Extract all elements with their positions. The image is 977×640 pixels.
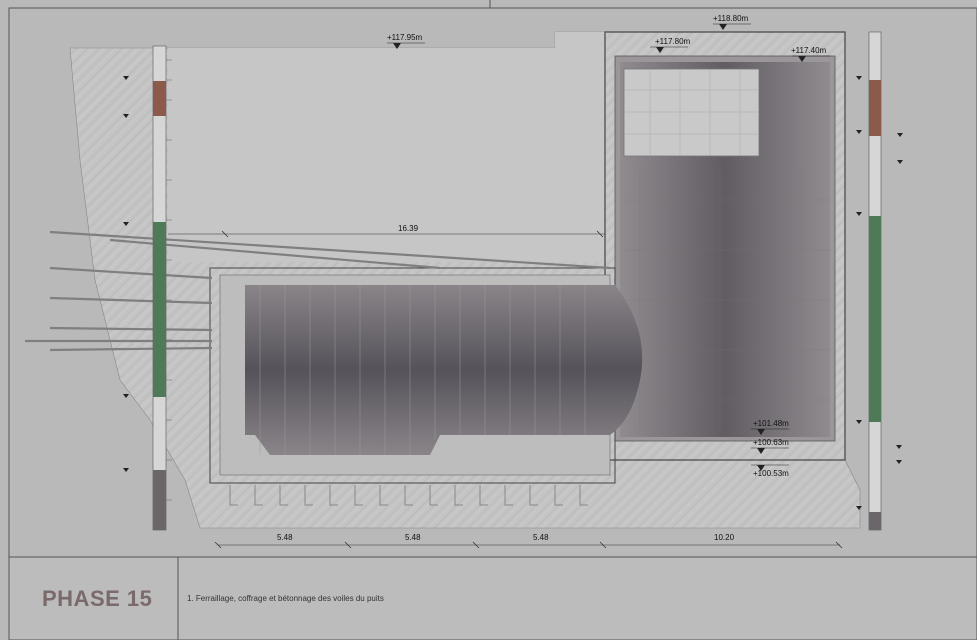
elevation-top-right: +118.80m <box>713 14 749 23</box>
dimension-d2: 5.48 <box>405 533 421 542</box>
phase-note: 1. Ferraillage, coffrage et bétonnage de… <box>187 594 384 603</box>
dimension-d1: 5.48 <box>277 533 293 542</box>
elevation-slab-top: +117.80m <box>655 37 691 46</box>
phase-title: PHASE 15 <box>42 586 153 611</box>
borehole-log-right <box>856 31 903 531</box>
tunnel-lining <box>245 285 643 455</box>
title-block <box>9 557 977 640</box>
drawing-sheet: +117.95m +117.80m +118.80m +117.40m +101… <box>0 0 977 640</box>
elevation-bottom-1: +101.48m <box>753 419 789 428</box>
dimension-d4: 10.20 <box>714 533 735 542</box>
elevation-bottom-2: +100.63m <box>753 438 789 447</box>
excavation-area <box>168 32 605 262</box>
construction-section-drawing: +117.95m +117.80m +118.80m +117.40m +101… <box>8 0 977 640</box>
elevation-bottom-3: +100.53m <box>753 469 789 478</box>
top-slab <box>623 68 760 157</box>
elevation-ground-left: +117.95m <box>387 33 423 42</box>
elevation-right-level: +117.40m <box>791 46 827 55</box>
dimension-d3: 5.48 <box>533 533 549 542</box>
dimension-span-top: 16.39 <box>398 224 419 233</box>
